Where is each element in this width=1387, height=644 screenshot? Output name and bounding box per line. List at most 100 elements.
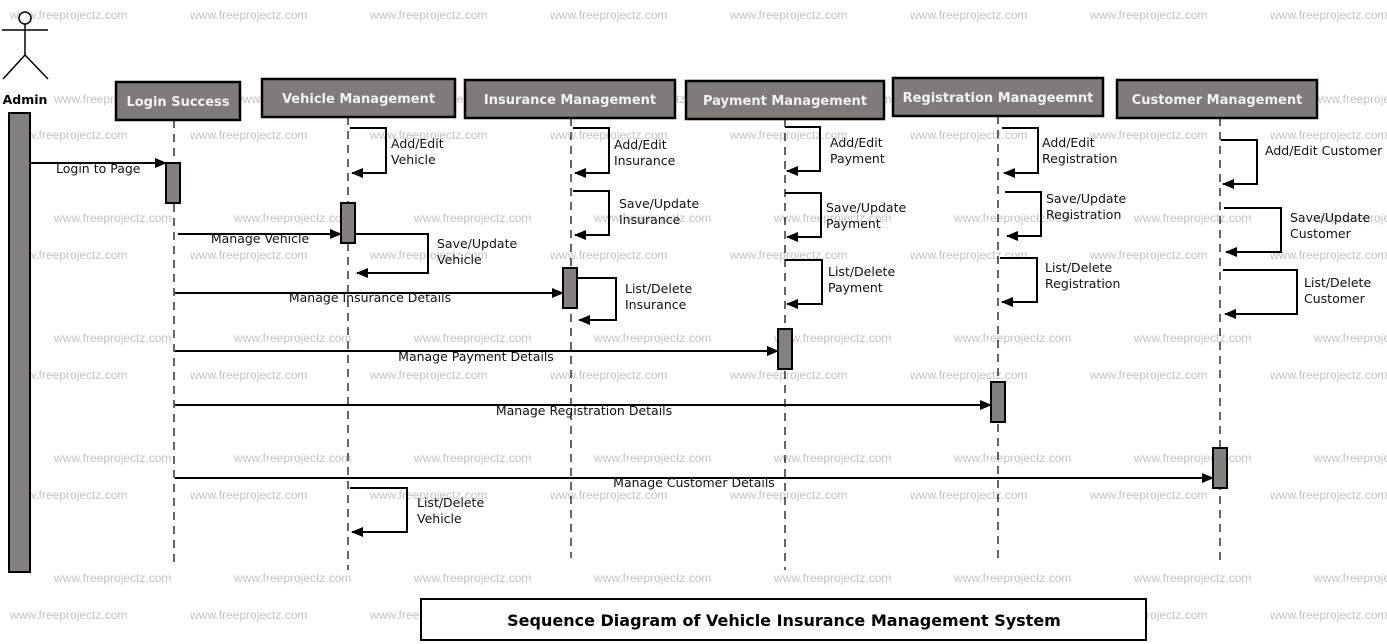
watermark-text: www.freeprojectz.com	[773, 451, 891, 465]
message-registration: Manage Registration Details	[175, 400, 992, 418]
watermark-text: www.freeprojectz.com	[53, 451, 171, 465]
self-message-customer: List/DeleteCustomer	[1223, 269, 1371, 319]
watermark-text: www.freeprojectz.com	[549, 488, 667, 502]
participant-label: Customer Management	[1132, 93, 1303, 108]
diagram-title-box: Sequence Diagram of Vehicle Insurance Ma…	[420, 598, 1147, 641]
message-label: Manage Payment Details	[398, 349, 554, 364]
self-message-label-line2: Payment	[830, 151, 885, 166]
watermark-text: www.freeprojectz.com	[1313, 331, 1387, 345]
sequence-diagram: www.freeprojectz.com www.freeprojectz.com…	[2, 8, 1387, 641]
self-message-insurance: List/DeleteInsurance	[577, 277, 692, 325]
watermark-text: www.freeprojectz.com	[1269, 248, 1387, 262]
watermark-text: www.freeprojectz.com	[413, 451, 531, 465]
watermark-text: www.freeprojectz.com	[773, 571, 891, 585]
self-messages: Add/EditVehicleSave/UpdateVehicleList/De…	[350, 126, 1383, 537]
participant-insurance: Insurance Management	[463, 78, 677, 120]
watermark-text: www.freeprojectz.com	[369, 8, 487, 22]
watermark-text: www.freeprojectz.com	[1133, 211, 1251, 225]
watermark-text: www.freeprojectz.com	[1313, 451, 1387, 465]
participant-label: Login Success	[126, 95, 229, 110]
self-message-label-line1: Save/Update	[1046, 191, 1126, 206]
self-message-label-line2: Vehicle	[417, 511, 462, 526]
self-message-label-line2: Insurance	[619, 212, 681, 227]
watermark-text: www.freeprojectz.com	[549, 368, 667, 382]
self-message-label-line2: Registration	[1046, 207, 1121, 222]
watermark-text: www.freeprojectz.com	[953, 451, 1071, 465]
message-payment: Manage Payment Details	[175, 346, 779, 364]
participant-registration: Registration Manageemnt	[891, 76, 1105, 118]
watermark-text: www.freeprojectz.com	[549, 248, 667, 262]
message-label: Manage Vehicle	[211, 231, 310, 246]
watermark-text: www.freeprojectz.com	[413, 331, 531, 345]
self-message-arrow	[1000, 257, 1038, 307]
activation-login	[165, 162, 181, 204]
participant-label: Insurance Management	[484, 93, 656, 108]
participant-label: Payment Management	[703, 94, 867, 109]
watermark-text: www.freeprojectz.com	[1269, 128, 1387, 142]
watermark-text: www.freeprojectz.com	[1313, 92, 1387, 106]
watermark-text: www.freeprojectz.com	[909, 248, 1027, 262]
self-message-label-line1: Add/Edit	[1042, 135, 1095, 150]
self-message-label-line2: Vehicle	[391, 152, 436, 167]
watermark-text: www.freeprojectz.com	[189, 608, 307, 622]
watermark-text: www.freeprojectz.com	[233, 211, 351, 225]
self-message-arrow	[1223, 269, 1298, 319]
watermark-text: www.freeprojectz.com	[1269, 608, 1387, 622]
watermark-text: www.freeprojectz.com	[53, 571, 171, 585]
watermark-text: www.freeprojectz.com	[549, 8, 667, 22]
self-message-label-line1: Add/Edit	[830, 135, 883, 150]
self-message-label-line2: Payment	[828, 280, 883, 295]
watermark-text: www.freeprojectz.com	[1133, 451, 1251, 465]
self-message-label-line2: Customer	[1304, 291, 1366, 306]
message-label: Manage Registration Details	[496, 403, 672, 418]
self-message-arrow	[785, 259, 823, 309]
message-insurance: Manage Insurance Details	[175, 288, 564, 305]
self-message-label-line1: Save/Update	[437, 236, 517, 251]
message-label: Login to Page	[56, 161, 141, 176]
self-message-arrow	[1221, 139, 1258, 189]
watermark-text: www.freeprojectz.com	[1133, 331, 1251, 345]
activation-customer	[1212, 447, 1228, 489]
self-message-label-line1: List/Delete	[1045, 260, 1112, 275]
watermark-text: www.freeprojectz.com	[1089, 368, 1207, 382]
watermark-text: www.freeprojectz.com	[909, 128, 1027, 142]
self-message-label-line1: Save/Update	[1290, 210, 1370, 225]
watermark-text: www.freeprojectz.com	[1089, 488, 1207, 502]
self-message-label-line2: Customer	[1290, 226, 1352, 241]
watermark-text: www.freeprojectz.com	[53, 331, 171, 345]
watermark-text: www.freeprojectz.com	[189, 488, 307, 502]
participant-customer: Customer Management	[1115, 78, 1319, 120]
self-message-label-line1: List/Delete	[417, 495, 484, 510]
watermark-text: www.freeprojectz.com	[1133, 571, 1251, 585]
watermark-text: www.freeprojectz.com	[593, 451, 711, 465]
self-message-label-line1: List/Delete	[625, 281, 692, 296]
watermark-text: www.freeprojectz.com	[729, 488, 847, 502]
watermark-text: www.freeprojectz.com	[729, 368, 847, 382]
watermark-text: www.freeprojectz.com	[413, 211, 531, 225]
watermark-text: www.freeprojectz.com	[1269, 488, 1387, 502]
actor-label: Admin	[3, 92, 48, 107]
watermark-text: www.freeprojectz.com	[909, 368, 1027, 382]
watermark-text: www.freeprojectz.com	[53, 211, 171, 225]
watermark-text: www.freeprojectz.com	[233, 571, 351, 585]
self-message-label-line1: Add/Edit	[391, 136, 444, 151]
actor-activation-bar	[8, 112, 31, 573]
watermark-text: www.freeprojectz.com	[1269, 8, 1387, 22]
participants: Login Success Vehicle Management Insurance…	[114, 76, 1319, 122]
watermark-text: www.freeprojectz.com	[1269, 368, 1387, 382]
self-message-label-line2: Insurance	[614, 153, 676, 168]
self-message-label-line2: Insurance	[625, 297, 687, 312]
activation-payment	[777, 328, 793, 370]
message-label: Manage Insurance Details	[289, 290, 451, 305]
watermark-text: www.freeprojectz.com	[189, 128, 307, 142]
actor-leg-left	[2, 54, 26, 80]
self-message-label-line2: Payment	[826, 216, 881, 231]
self-message-label-line1: List/Delete	[828, 264, 895, 279]
self-message-label-line1: Add/Edit Customer	[1265, 143, 1383, 158]
watermark-text: www.freeprojectz.com	[909, 8, 1027, 22]
watermark-text: www.freeprojectz.com	[953, 331, 1071, 345]
watermark-text: www.freeprojectz.com	[189, 248, 307, 262]
watermark-text: www.freeprojectz.com	[9, 608, 127, 622]
actor-leg-right	[24, 54, 49, 80]
self-message-payment: List/DeletePayment	[785, 259, 895, 309]
